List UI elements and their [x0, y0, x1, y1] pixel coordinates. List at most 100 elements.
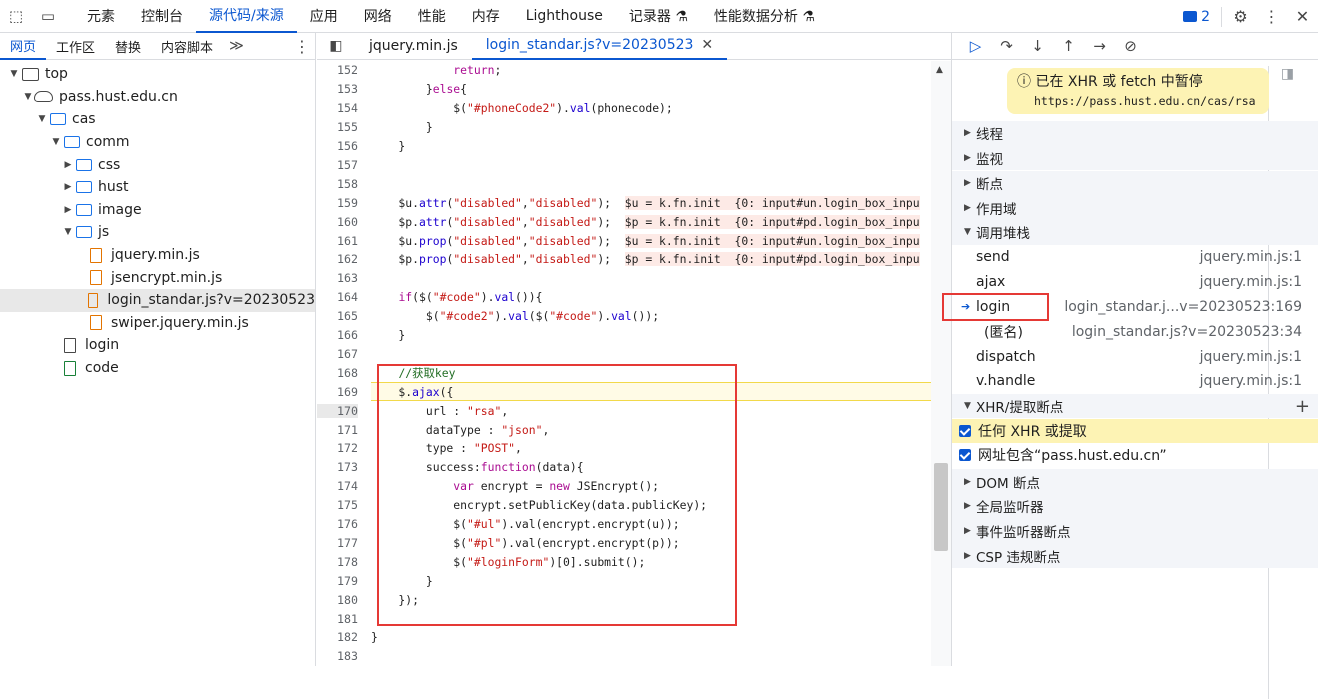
resume-icon[interactable]: ▷	[960, 33, 991, 60]
deactivate-breakpoints-icon[interactable]: ⊘	[1115, 33, 1146, 60]
tree-item[interactable]: ▼ top	[0, 63, 315, 86]
tab-panel-8[interactable]: 记录器 ⚗	[616, 0, 701, 33]
code-line[interactable]: 177 $("#pl").val(encrypt.encrypt(p));	[317, 534, 931, 553]
line-number[interactable]: 169	[317, 385, 358, 399]
code-line[interactable]: 158	[317, 174, 931, 193]
call-frame[interactable]: v.handle jquery.min.js:1	[952, 369, 1318, 394]
xhr-breakpoint[interactable]: 网址包含“pass.hust.edu.cn”	[952, 443, 1318, 468]
navigator-menu-icon[interactable]: ⋮	[289, 37, 315, 56]
editor-tab-1[interactable]: login_standar.js?v=20230523 ✕	[471, 33, 728, 60]
close-tab-icon[interactable]: ✕	[701, 37, 713, 53]
call-frame-location[interactable]: login_standar.j...v=20230523:169	[1064, 299, 1302, 315]
code-line[interactable]: 162 $p.prop("disabled","disabled"); $p =…	[317, 250, 931, 269]
line-number[interactable]: 179	[317, 574, 358, 588]
code-line[interactable]: 169 $.ajax({	[337, 382, 931, 402]
expanded-triangle-icon[interactable]: ▼	[36, 114, 48, 124]
code-line[interactable]: 160 $p.attr("disabled","disabled"); $p =…	[317, 212, 931, 231]
navigator-tab-0[interactable]: 网页	[0, 33, 47, 60]
expanded-triangle-icon[interactable]: ▼	[50, 137, 62, 147]
code-line[interactable]: 163	[317, 269, 931, 288]
line-number[interactable]: 159	[317, 196, 358, 210]
tab-panel-2[interactable]: 源代码/来源	[196, 0, 297, 33]
line-number[interactable]: 152	[317, 63, 358, 77]
code-line[interactable]: 166 }	[317, 326, 931, 345]
settings-icon[interactable]: ⚙	[1225, 0, 1256, 33]
more-tabs-icon[interactable]: ≫	[223, 38, 250, 54]
code-line[interactable]: 175 encrypt.setPublicKey(data.publicKey)…	[317, 496, 931, 515]
call-frame[interactable]: ajax jquery.min.js:1	[952, 270, 1318, 295]
line-number[interactable]: 174	[317, 479, 358, 493]
navigator-tab-3[interactable]: 内容脚本	[151, 33, 223, 60]
line-number[interactable]: 161	[317, 234, 358, 248]
tree-item[interactable]: login	[0, 334, 315, 357]
section-header[interactable]: ▶ 全局监听器	[952, 494, 1318, 519]
code-line[interactable]: 178 $("#loginForm")[0].submit();	[317, 552, 931, 571]
expanded-triangle-icon[interactable]: ▼	[8, 69, 20, 79]
call-frame-location[interactable]: jquery.min.js:1	[1200, 274, 1302, 290]
tab-panel-6[interactable]: 内存	[459, 0, 513, 33]
line-number[interactable]: 176	[317, 517, 358, 531]
inspect-element-icon[interactable]: ⬚	[0, 0, 32, 33]
line-number[interactable]: 171	[317, 423, 358, 437]
code-line[interactable]: 174 var encrypt = new JSEncrypt();	[317, 477, 931, 496]
line-number[interactable]: 163	[317, 271, 358, 285]
section-header[interactable]: ▶ CSP 违规断点	[952, 543, 1318, 569]
line-number[interactable]: 183	[317, 649, 358, 663]
tree-item[interactable]: ▼ comm	[0, 131, 315, 154]
tab-panel-3[interactable]: 应用	[297, 0, 351, 33]
tree-item[interactable]: code	[0, 357, 315, 380]
line-number[interactable]: 157	[317, 158, 358, 172]
line-number[interactable]: 167	[317, 347, 358, 361]
section-header[interactable]: ▶ 线程	[952, 121, 1318, 146]
call-frame-location[interactable]: jquery.min.js:1	[1200, 349, 1302, 365]
issues-badge[interactable]: 2	[1175, 9, 1218, 25]
code-line[interactable]: 153 }else{	[317, 80, 931, 99]
line-number[interactable]: 178	[317, 555, 358, 569]
code-line[interactable]: 154 $("#phoneCode2").val(phonecode);	[317, 99, 931, 118]
call-frame[interactable]: send jquery.min.js:1	[952, 245, 1318, 270]
code-line[interactable]: 181	[317, 609, 931, 628]
code-line[interactable]: 167	[317, 345, 931, 364]
code-line[interactable]: 159 $u.attr("disabled","disabled"); $u =…	[317, 193, 931, 212]
tree-item[interactable]: swiper.jquery.min.js	[0, 312, 315, 335]
scroll-up-icon[interactable]: ▲	[936, 65, 943, 75]
line-number[interactable]: 180	[317, 593, 358, 607]
toggle-navigator-icon[interactable]: ◧	[317, 38, 355, 54]
code-line[interactable]: 182}	[317, 628, 931, 647]
code-editor[interactable]: 152 return; 153 }else{154 $("#phoneCode2"…	[317, 61, 951, 666]
call-frame[interactable]: dispatch jquery.min.js:1	[952, 344, 1318, 369]
tree-item[interactable]: ▶ image	[0, 199, 315, 222]
tree-item[interactable]: ▶ hust	[0, 176, 315, 199]
line-number[interactable]: 181	[317, 612, 358, 626]
tab-panel-7[interactable]: Lighthouse	[513, 0, 616, 33]
line-number[interactable]: 160	[317, 215, 358, 229]
tab-panel-0[interactable]: 元素	[74, 0, 128, 33]
tree-item[interactable]: jquery.min.js	[0, 244, 315, 267]
code-line[interactable]: 173 success:function(data){	[317, 458, 931, 477]
tab-panel-4[interactable]: 网络	[351, 0, 405, 33]
code-line[interactable]: 172 type : "POST",	[317, 439, 931, 458]
section-header[interactable]: ▶ 监视	[952, 145, 1318, 171]
call-frame-location[interactable]: login_standar.js?v=20230523:34	[1072, 324, 1302, 340]
xhr-breakpoint[interactable]: 任何 XHR 或提取	[952, 418, 1318, 444]
section-header[interactable]: ▼ 调用堆栈	[952, 220, 1318, 245]
close-devtools-icon[interactable]: ✕	[1287, 0, 1318, 33]
checkbox-checked[interactable]	[959, 424, 971, 437]
line-number[interactable]: 164	[317, 290, 358, 304]
step-icon[interactable]: →	[1084, 33, 1115, 60]
section-header[interactable]: ▶ DOM 断点	[952, 469, 1318, 494]
scrollbar-thumb[interactable]	[934, 463, 948, 551]
tab-panel-5[interactable]: 性能	[405, 0, 459, 33]
line-number[interactable]: 172	[317, 441, 358, 455]
collapsed-triangle-icon[interactable]: ▶	[62, 182, 74, 192]
code-line[interactable]: 161 $u.prop("disabled","disabled"); $u =…	[317, 231, 931, 250]
step-into-icon[interactable]: ↓	[1022, 33, 1053, 60]
code-line[interactable]: 180 });	[317, 590, 931, 609]
checkbox-checked[interactable]	[959, 449, 971, 462]
tree-item[interactable]: ▼ cas	[0, 108, 315, 131]
code-line[interactable]: 152 return;	[317, 61, 931, 80]
tab-panel-1[interactable]: 控制台	[128, 0, 196, 33]
device-toolbar-icon[interactable]: ▭	[32, 0, 64, 33]
editor-tab-0[interactable]: jquery.min.js	[355, 33, 472, 60]
add-breakpoint-icon[interactable]: +	[1295, 396, 1310, 417]
